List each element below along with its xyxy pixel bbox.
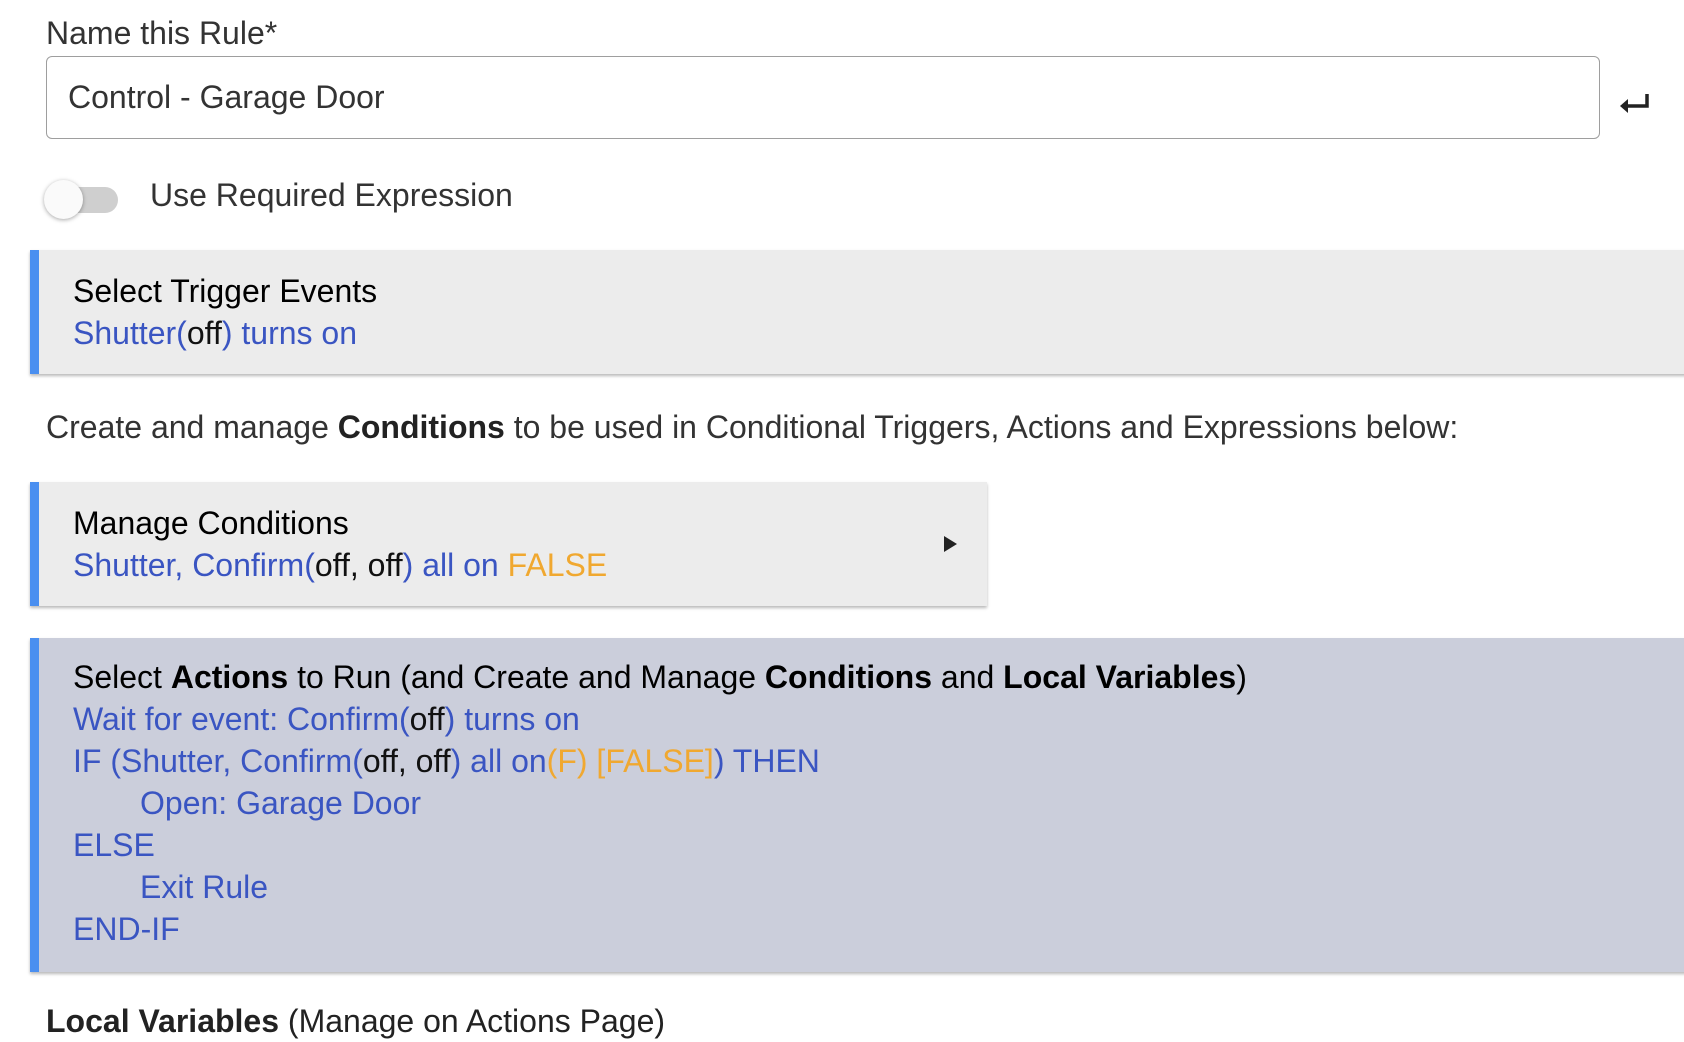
- expand-arrow-icon: [944, 536, 957, 552]
- local-variables-heading: Local Variables (Manage on Actions Page): [46, 1003, 666, 1039]
- rule-name-input[interactable]: [46, 56, 1600, 139]
- then-action-line: Open: Garage Door: [140, 785, 422, 821]
- actions-card-title: Select Actions to Run (and Create and Ma…: [73, 659, 1247, 695]
- enter-icon[interactable]: [1614, 88, 1654, 120]
- rule-name-label: Name this Rule*: [46, 15, 278, 51]
- endif-line: END-IF: [73, 911, 180, 947]
- conditions-intro-text: Create and manage Conditions to be used …: [46, 409, 1459, 445]
- else-line: ELSE: [73, 827, 155, 863]
- conditions-summary: Shutter, Confirm(off, off) all on FALSE: [73, 547, 608, 583]
- wait-action-line: Wait for event: Confirm(off) turns on: [73, 701, 580, 737]
- trigger-card-title: Select Trigger Events: [73, 273, 378, 309]
- trigger-summary: Shutter(off) turns on: [73, 315, 357, 351]
- actions-card[interactable]: Select Actions to Run (and Create and Ma…: [30, 638, 1684, 972]
- trigger-events-card[interactable]: Select Trigger Events Shutter(off) turns…: [30, 250, 1684, 374]
- conditions-card-title: Manage Conditions: [73, 505, 349, 541]
- if-action-line: IF (Shutter, Confirm(off, off) all on(F)…: [73, 743, 820, 779]
- required-expression-toggle[interactable]: [44, 176, 120, 222]
- else-action-line: Exit Rule: [140, 869, 269, 905]
- toggle-knob: [44, 180, 83, 219]
- manage-conditions-card[interactable]: Manage Conditions Shutter, Confirm(off, …: [30, 482, 987, 606]
- required-expression-label: Use Required Expression: [150, 177, 513, 213]
